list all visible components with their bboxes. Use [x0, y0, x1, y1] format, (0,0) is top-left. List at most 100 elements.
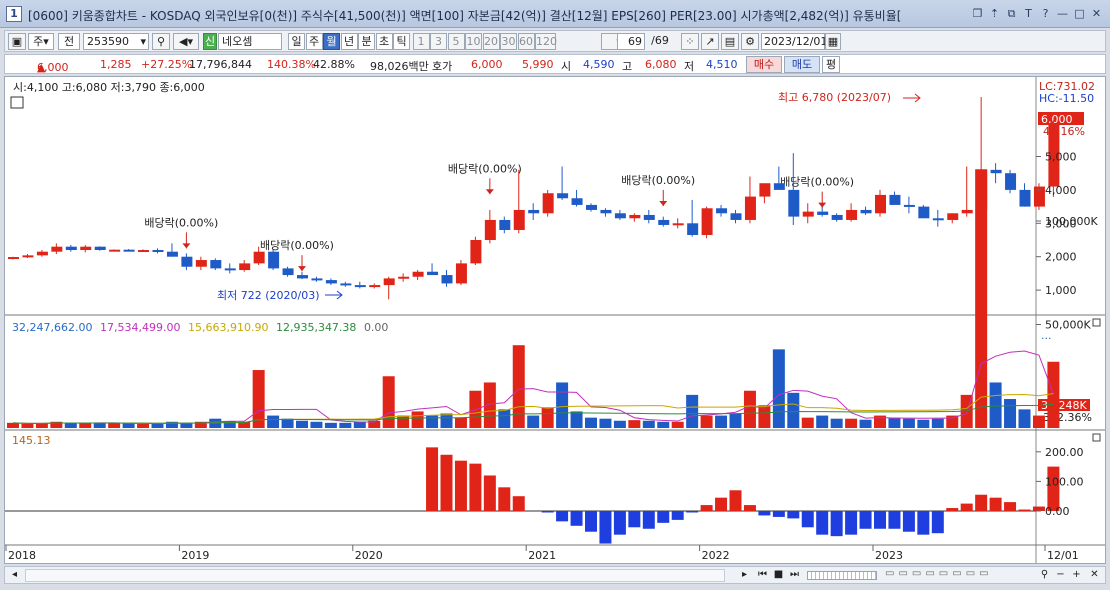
stock-code-input[interactable]: 253590 ▾ [83, 33, 149, 50]
osc-bar [1018, 509, 1031, 511]
average-button[interactable]: 평 [822, 56, 840, 73]
zoom-icon[interactable]: ⚲ [1037, 568, 1052, 583]
osc-bar [671, 511, 684, 520]
candle-body [614, 213, 626, 219]
open-value: 4,590 [583, 58, 615, 71]
osc-bar [830, 511, 843, 537]
minus-icon[interactable]: − [1053, 568, 1068, 583]
trend-icon[interactable]: ↗ [701, 33, 719, 50]
osc-bar [975, 494, 988, 511]
volume-bar [79, 423, 92, 428]
volume-bar [440, 413, 453, 428]
candle-body [528, 209, 540, 214]
period-tab-4[interactable]: 분 [358, 33, 375, 50]
period-tab-2[interactable]: 월 [323, 33, 340, 50]
period-tab-0[interactable]: 일 [288, 33, 305, 50]
dividend-label: 배당락(0.00%) [448, 162, 522, 175]
osc-tick-label: 200.00 [1045, 446, 1084, 459]
window-number[interactable]: 1 [6, 6, 22, 22]
osc-bar [642, 511, 655, 529]
volume-bar [859, 419, 872, 428]
chart-style-icons[interactable]: ▭▭▭▭▭▭▭▭ [885, 568, 993, 579]
dividend-label: 배당락(0.00%) [780, 176, 854, 189]
osc-tick-label: 100.00 [1045, 475, 1084, 488]
count-input[interactable]: 69 [617, 33, 645, 50]
candle-body [369, 285, 381, 288]
candle-body [1019, 189, 1031, 207]
volume-bar [1004, 399, 1017, 428]
buy-button[interactable]: 매수 [746, 56, 782, 73]
volume-bar [599, 418, 612, 428]
text-icon[interactable]: T [1021, 6, 1036, 21]
period-tab-3[interactable]: 년 [340, 33, 358, 50]
interval-button-5[interactable]: 30 [500, 33, 517, 50]
candle-body [383, 278, 395, 286]
chart-svg[interactable]: 시:4,100 고:6,080 저:3,790 종:6,000 LC:731.0… [5, 77, 1105, 563]
date-input[interactable]: 2023/12/01 [761, 33, 827, 50]
interval-button-4[interactable]: 20 [482, 33, 500, 50]
candle-body [802, 211, 814, 217]
help-icon[interactable]: ? [1038, 6, 1053, 21]
volume-bar [657, 421, 670, 428]
first-icon[interactable]: ⏮ [755, 568, 770, 583]
interval-button-3[interactable]: 10 [465, 33, 482, 50]
pin-icon[interactable]: ⇡ [987, 6, 1002, 21]
scroll-right-icon[interactable]: ▸ [737, 568, 752, 583]
chart-area[interactable]: 시:4,100 고:6,080 저:3,790 종:6,000 LC:731.0… [4, 76, 1106, 564]
minimize-icon[interactable]: — [1055, 6, 1070, 21]
interval-button-2[interactable]: 5 [447, 33, 465, 50]
osc-bar [931, 511, 944, 534]
interval-button-6[interactable]: 60 [517, 33, 535, 50]
tool-grid-icon[interactable]: ⁘ [681, 33, 699, 50]
bid-label: 호가 [432, 60, 453, 73]
interval-button-7[interactable]: 120 [535, 33, 557, 50]
volume-bar [845, 418, 858, 428]
low-label: 저 [684, 60, 695, 73]
close-icon[interactable]: ✕ [1087, 568, 1102, 583]
interval-button-1[interactable]: 3 [430, 33, 447, 50]
restore-icon[interactable]: ❐ [970, 6, 985, 21]
volume-bar [613, 420, 626, 428]
panel-close-icon[interactable] [1092, 318, 1101, 327]
tile-icon[interactable]: ⧉ [1004, 6, 1019, 21]
scroll-left-icon[interactable]: ◂ [7, 568, 22, 583]
zoom-slider[interactable] [807, 571, 877, 580]
speaker-icon[interactable]: ◀▾ [173, 33, 199, 50]
layout-icon[interactable]: ▣ [8, 33, 26, 50]
period-tab-5[interactable]: 초 [375, 33, 393, 50]
stop-icon[interactable]: ■ [771, 568, 786, 583]
type-select[interactable]: 주▾ [28, 33, 54, 50]
chevron-down-icon[interactable]: ▾ [140, 34, 146, 49]
candle-body [195, 260, 207, 267]
plus-icon[interactable]: + [1069, 568, 1084, 583]
sell-button[interactable]: 매도 [784, 56, 820, 73]
chart-scrollbar[interactable]: ◂ ▸ ⏮ ■ ⏭ ▭▭▭▭▭▭▭▭ ⚲ − + ✕ [4, 566, 1106, 584]
table-icon[interactable] [10, 96, 24, 109]
candle-body [557, 193, 569, 199]
candle-body [412, 271, 424, 277]
last-icon[interactable]: ⏭ [787, 568, 802, 583]
calendar-icon[interactable]: ▦ [825, 33, 841, 50]
close-icon[interactable]: ✕ [1089, 6, 1104, 21]
candle-body [744, 196, 756, 220]
period-tab-6[interactable]: 틱 [393, 33, 410, 50]
change-percent: +27.25% [141, 58, 193, 71]
legend-ma20: 15,663,910.90 [188, 321, 268, 334]
stock-name-field[interactable]: 네오셈 [218, 33, 282, 50]
volume-bar [512, 345, 525, 428]
interval-button-0[interactable]: 1 [412, 33, 430, 50]
save-icon[interactable]: ▤ [721, 33, 739, 50]
all-button[interactable]: 전 [58, 33, 80, 50]
gear-icon[interactable]: ⚙ [741, 33, 759, 50]
candle-body [586, 204, 597, 210]
candle-body [109, 249, 121, 252]
search-icon[interactable]: ⚲ [152, 33, 170, 50]
maximize-icon[interactable]: □ [1072, 6, 1087, 21]
dividend-label: 배당락(0.00%) [621, 174, 695, 187]
panel-close-icon[interactable] [1092, 433, 1101, 442]
period-tab-1[interactable]: 주 [305, 33, 323, 50]
candle-body [427, 271, 439, 276]
scroll-track[interactable] [25, 569, 725, 582]
x-axis-label: 2020 [355, 549, 383, 562]
candle-body [181, 256, 193, 267]
